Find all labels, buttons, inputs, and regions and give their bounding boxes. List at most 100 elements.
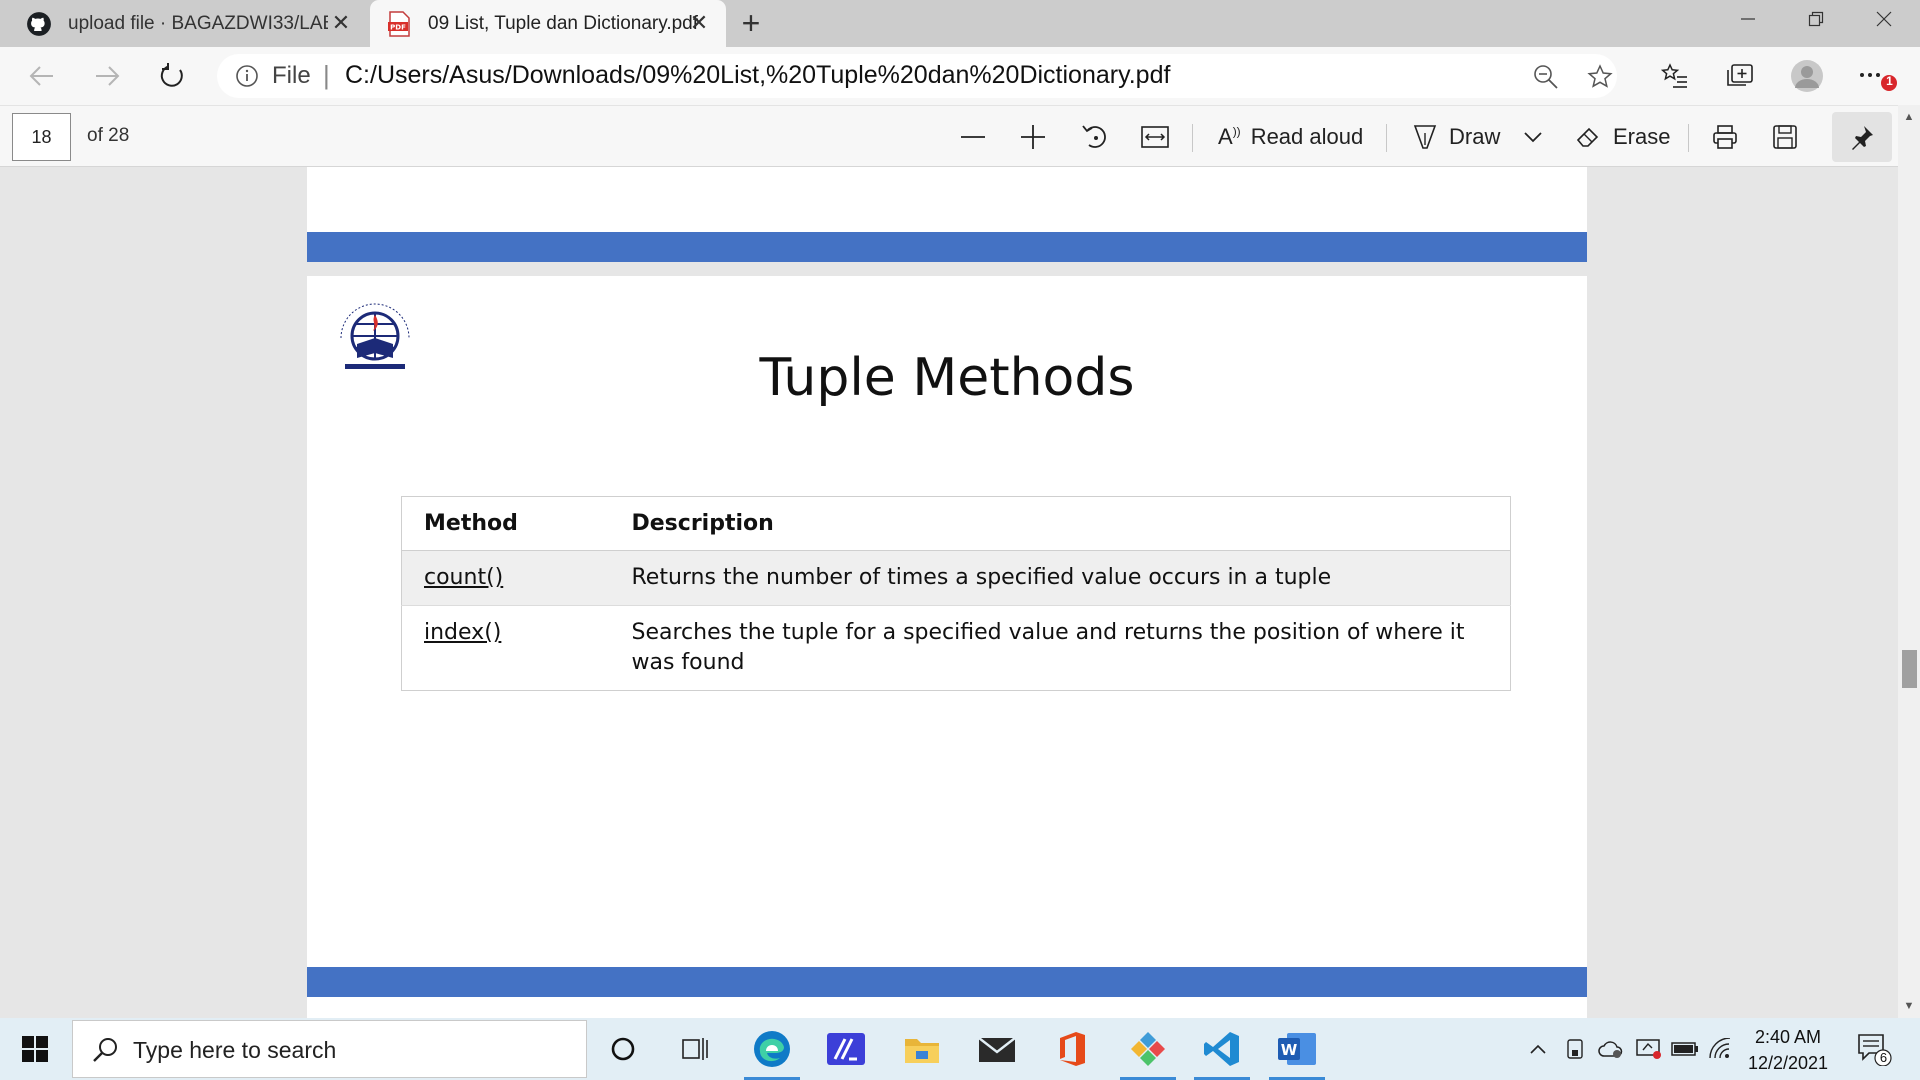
- pdf-toolbar: 18 of 28 A)) Read aloud Draw Erase: [0, 105, 1920, 167]
- battery-icon[interactable]: [1670, 1036, 1700, 1062]
- show-hidden-icons-chevron-icon[interactable]: [1526, 1036, 1550, 1062]
- url-separator: |: [323, 60, 330, 90]
- onedrive-cloud-icon[interactable]: [1596, 1036, 1626, 1062]
- tab-title: 09 List, Tuple dan Dictionary.pdf: [428, 12, 698, 34]
- draw-options-chevron-icon[interactable]: [1523, 119, 1543, 155]
- save-icon[interactable]: [1773, 119, 1797, 155]
- clock-time: 2:40 AM: [1754, 1027, 1822, 1047]
- table-row: count() Returns the number of times a sp…: [401, 550, 1511, 606]
- profile-avatar-icon[interactable]: [1787, 56, 1827, 96]
- page-number-input[interactable]: 18: [12, 113, 71, 161]
- tab-github-upload[interactable]: upload file · BAGAZDWI33/LAB3 ✕: [0, 0, 368, 47]
- toolbar-divider: [1386, 124, 1387, 152]
- file-explorer-icon[interactable]: [886, 1018, 958, 1080]
- svg-text:W: W: [1281, 1041, 1298, 1059]
- column-header-method: Method: [401, 496, 610, 551]
- address-bar: File | C:/Users/Asus/Downloads/09%20List…: [0, 47, 1920, 105]
- url-text[interactable]: C:/Users/Asus/Downloads/09%20List,%20Tup…: [345, 61, 1170, 90]
- method-link-count[interactable]: count(): [424, 565, 503, 590]
- print-icon[interactable]: [1712, 119, 1738, 155]
- collections-icon[interactable]: [1720, 56, 1760, 96]
- office-icon[interactable]: [1036, 1018, 1108, 1080]
- erase-button[interactable]: Erase: [1575, 119, 1670, 155]
- method-description: Returns the number of times a specified …: [609, 550, 1511, 606]
- restore-icon[interactable]: [1782, 0, 1850, 38]
- scrollbar-thumb[interactable]: [1902, 650, 1917, 688]
- slide-title: Tuple Methods: [759, 348, 1135, 408]
- git-tool-icon[interactable]: [1112, 1018, 1184, 1080]
- display-settings-icon[interactable]: [1634, 1036, 1664, 1062]
- table-row: index() Searches the tuple for a specifi…: [402, 606, 1511, 691]
- read-aloud-label: Read aloud: [1250, 124, 1364, 149]
- cortana-icon[interactable]: [587, 1018, 659, 1080]
- url-scheme-label: File: [272, 62, 311, 89]
- scroll-up-arrow-icon[interactable]: ▲: [1902, 111, 1916, 123]
- new-tab-button[interactable]: +: [734, 7, 768, 40]
- pdf-document-viewer[interactable]: Tuple Methods Method Description count()…: [0, 167, 1898, 1018]
- rotate-icon[interactable]: [1082, 119, 1108, 155]
- vertical-scrollbar[interactable]: ▲ ▼: [1898, 105, 1920, 1018]
- favorites-list-icon[interactable]: [1655, 56, 1695, 96]
- refresh-icon[interactable]: [152, 56, 192, 96]
- windows-start-icon[interactable]: [0, 1018, 70, 1080]
- clock-date: 12/2/2021: [1747, 1053, 1829, 1073]
- zoom-out-icon[interactable]: [960, 119, 986, 155]
- action-center-icon[interactable]: 6: [1853, 1032, 1893, 1067]
- vscode-icon[interactable]: [1186, 1018, 1258, 1080]
- slide-footer-band: [307, 967, 1587, 997]
- pdf-icon: PDF: [386, 10, 412, 37]
- close-window-icon[interactable]: [1850, 0, 1918, 38]
- settings-more-icon[interactable]: 1: [1857, 56, 1897, 96]
- word-icon[interactable]: W: [1261, 1018, 1333, 1080]
- svg-text:PDF: PDF: [390, 23, 406, 31]
- erase-label: Erase: [1613, 124, 1671, 149]
- windows-taskbar: Type here to search W 2:40 AM 12/2/2021 …: [0, 1018, 1920, 1080]
- close-tab-icon[interactable]: ✕: [328, 10, 354, 36]
- notification-badge: 1: [1886, 74, 1893, 88]
- tuple-methods-table: Method Description count() Returns the n…: [401, 496, 1511, 691]
- mail-icon[interactable]: [961, 1018, 1033, 1080]
- tab-pdf-active[interactable]: PDF 09 List, Tuple dan Dictionary.pdf ✕: [370, 0, 726, 47]
- pdf-page-18: Tuple Methods Method Description count()…: [307, 276, 1587, 1011]
- draw-button[interactable]: Draw: [1413, 119, 1500, 155]
- minimize-icon[interactable]: [1714, 0, 1782, 38]
- task-view-icon[interactable]: [659, 1018, 731, 1080]
- draw-label: Draw: [1449, 124, 1501, 149]
- read-aloud-icon: A)): [1218, 124, 1241, 149]
- pin-toolbar-icon[interactable]: [1832, 112, 1892, 162]
- slide-footer-band: [307, 232, 1587, 262]
- read-aloud-button[interactable]: A)) Read aloud: [1218, 119, 1363, 155]
- forward-arrow-icon[interactable]: [87, 56, 127, 96]
- next-page: [307, 1010, 1587, 1018]
- column-header-description: Description: [609, 496, 1511, 551]
- wifi-icon[interactable]: [1706, 1036, 1734, 1062]
- method-description: Searches the tuple for a specified value…: [631, 620, 1465, 675]
- draw-pen-icon: [1413, 125, 1437, 149]
- zoom-in-icon[interactable]: [1020, 119, 1046, 155]
- table-header-row: Method Description: [401, 496, 1511, 551]
- notification-count-badge: 6: [1879, 1050, 1888, 1065]
- scroll-down-arrow-icon[interactable]: ▼: [1902, 1000, 1916, 1012]
- toolbar-divider: [1192, 124, 1193, 152]
- github-icon: [26, 11, 52, 37]
- tab-title: upload file · BAGAZDWI33/LAB3: [68, 12, 328, 34]
- method-link-index[interactable]: index(): [424, 620, 501, 645]
- eraser-icon: [1576, 127, 1599, 147]
- toolbar-divider: [1688, 124, 1689, 152]
- zoom-icon[interactable]: [1533, 64, 1559, 90]
- edge-browser-icon[interactable]: [736, 1018, 808, 1080]
- info-icon[interactable]: [235, 64, 259, 88]
- back-arrow-icon[interactable]: [22, 56, 62, 96]
- device-icon[interactable]: [1562, 1036, 1588, 1062]
- search-icon: [93, 1038, 117, 1062]
- url-field[interactable]: File | C:/Users/Asus/Downloads/09%20List…: [217, 54, 1617, 98]
- taskbar-search-input[interactable]: Type here to search: [72, 1020, 587, 1078]
- visual-studio-icon[interactable]: [810, 1018, 882, 1080]
- favorite-star-icon[interactable]: [1587, 64, 1613, 90]
- tab-strip: upload file · BAGAZDWI33/LAB3 ✕ PDF 09 L…: [0, 0, 1920, 47]
- system-clock[interactable]: 2:40 AM 12/2/2021: [1738, 1024, 1838, 1076]
- close-tab-icon[interactable]: ✕: [686, 10, 712, 36]
- search-placeholder: Type here to search: [133, 1037, 337, 1063]
- fit-to-width-icon[interactable]: [1141, 119, 1169, 155]
- page-total: of 28: [87, 125, 130, 146]
